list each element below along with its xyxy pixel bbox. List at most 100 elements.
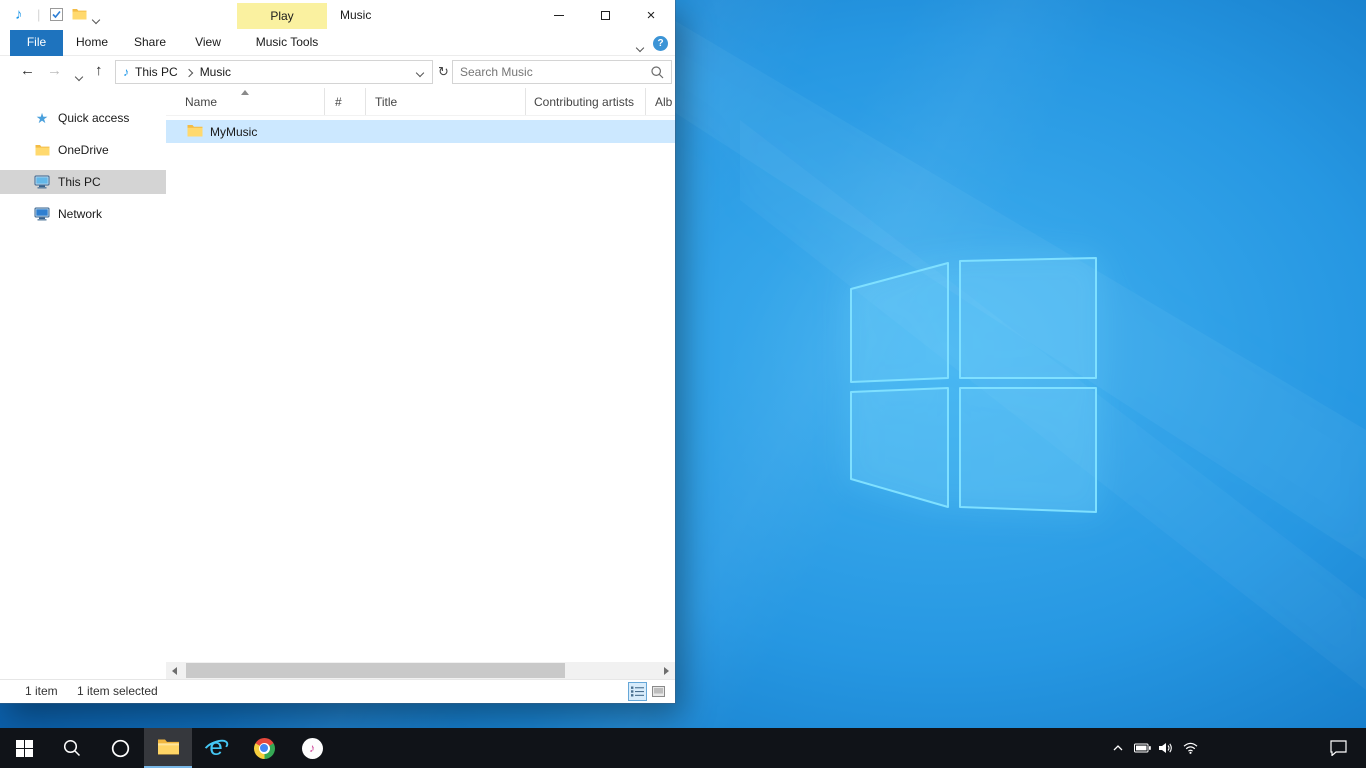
- column-header-album[interactable]: Alb: [646, 88, 675, 115]
- chrome-icon: [254, 738, 275, 759]
- column-header-contributing-artists[interactable]: Contributing artists: [526, 88, 646, 115]
- qat-dropdown-icon[interactable]: [93, 12, 99, 26]
- details-view-icon: [631, 686, 644, 697]
- tab-file[interactable]: File: [10, 30, 63, 56]
- maximize-button[interactable]: [582, 0, 628, 30]
- address-music-icon: ♪: [123, 65, 129, 79]
- chevron-up-icon: [1112, 744, 1124, 752]
- sidebar-item-label: Quick access: [58, 111, 129, 125]
- help-icon[interactable]: ?: [653, 36, 668, 51]
- horizontal-scrollbar[interactable]: [166, 662, 675, 679]
- address-dropdown-icon[interactable]: [417, 65, 432, 79]
- scroll-left-button[interactable]: [166, 662, 183, 679]
- details-view-button[interactable]: [628, 682, 647, 701]
- search-icon[interactable]: [651, 66, 664, 79]
- back-button[interactable]: ←: [20, 62, 35, 79]
- large-icons-view-icon: [652, 686, 665, 697]
- sidebar-item-label: This PC: [58, 175, 101, 189]
- properties-icon[interactable]: [50, 8, 63, 24]
- column-headers: Name # Title Contributing artists Alb: [166, 88, 675, 116]
- tab-home[interactable]: Home: [63, 30, 121, 56]
- tab-share[interactable]: Share: [121, 30, 179, 56]
- volume-tray-button[interactable]: [1154, 728, 1178, 768]
- sidebar-item-label: Network: [58, 207, 102, 221]
- contextual-tab-group[interactable]: Play: [237, 3, 327, 29]
- column-label: #: [335, 95, 342, 109]
- ribbon-tab-row: File Home Share View Music Tools ?: [0, 30, 675, 56]
- sidebar-item-network[interactable]: Network: [0, 202, 166, 226]
- status-bar: 1 item 1 item selected: [0, 679, 675, 703]
- show-hidden-icons-button[interactable]: [1106, 728, 1130, 768]
- large-icons-view-button[interactable]: [649, 682, 668, 701]
- title-bar: ♪ | Play Music ×: [0, 0, 675, 30]
- new-folder-icon[interactable]: [72, 8, 87, 23]
- itunes-icon: ♪: [302, 738, 323, 759]
- file-name: MyMusic: [210, 125, 257, 139]
- maximize-icon: [601, 11, 610, 20]
- quick-access-star-icon: ★: [34, 110, 50, 126]
- windows-start-icon: [16, 740, 33, 757]
- file-list: Name # Title Contributing artists Alb My…: [166, 88, 675, 662]
- cortana-icon: [111, 739, 130, 758]
- music-app-icon: ♪: [15, 6, 23, 24]
- tab-view[interactable]: View: [179, 30, 237, 56]
- search-input[interactable]: [453, 62, 651, 82]
- breadcrumb-music[interactable]: Music: [200, 65, 231, 79]
- navigation-pane: ★ Quick access OneDrive This PC Network: [0, 88, 166, 662]
- sidebar-item-this-pc[interactable]: This PC: [0, 170, 166, 194]
- scroll-right-button[interactable]: [658, 662, 675, 679]
- window-controls: ×: [536, 0, 674, 30]
- speaker-icon: [1159, 742, 1174, 754]
- up-button[interactable]: ↑: [95, 62, 103, 79]
- expand-ribbon-icon[interactable]: [637, 40, 643, 54]
- column-label: Contributing artists: [534, 95, 634, 109]
- cortana-button[interactable]: [96, 728, 144, 768]
- computer-icon: [34, 174, 50, 190]
- recent-locations-icon[interactable]: [76, 69, 82, 83]
- column-label: Alb: [655, 95, 672, 109]
- start-button[interactable]: [0, 728, 48, 768]
- refresh-button[interactable]: ↻: [436, 60, 451, 84]
- forward-button[interactable]: →: [47, 62, 62, 79]
- items-count: 1 item: [25, 680, 58, 703]
- scrollbar-thumb[interactable]: [186, 663, 565, 678]
- battery-icon: [1134, 743, 1151, 753]
- wifi-icon: [1183, 742, 1198, 754]
- sidebar-item-label: OneDrive: [58, 143, 109, 157]
- close-button[interactable]: ×: [628, 0, 674, 30]
- column-header-name[interactable]: Name: [166, 88, 325, 115]
- address-bar[interactable]: ♪ This PC Music: [115, 60, 433, 84]
- taskbar: e ♪: [0, 728, 1366, 768]
- column-header-title[interactable]: Title: [366, 88, 526, 115]
- onedrive-icon: [34, 142, 50, 158]
- column-label: Title: [375, 95, 397, 109]
- column-label: Name: [185, 95, 217, 109]
- file-explorer-window: ♪ | Play Music × File Home Share View Mu…: [0, 0, 675, 703]
- action-center-button[interactable]: [1316, 728, 1360, 768]
- minimize-icon: [554, 15, 564, 16]
- file-explorer-taskbar-button[interactable]: [144, 728, 192, 768]
- tab-music-tools[interactable]: Music Tools: [242, 30, 332, 56]
- taskbar-search-button[interactable]: [48, 728, 96, 768]
- sidebar-item-quick-access[interactable]: ★ Quick access: [0, 106, 166, 130]
- network-tray-button[interactable]: [1178, 728, 1202, 768]
- breadcrumb-chevron-icon[interactable]: [186, 65, 192, 79]
- chrome-taskbar-button[interactable]: [240, 728, 288, 768]
- battery-tray-button[interactable]: [1130, 728, 1154, 768]
- search-icon: [63, 739, 81, 757]
- internet-explorer-taskbar-button[interactable]: e: [192, 728, 240, 768]
- close-icon: ×: [647, 8, 656, 23]
- file-row-mymusic[interactable]: MyMusic: [166, 120, 675, 143]
- action-center-icon: [1330, 740, 1347, 756]
- search-box: [452, 60, 672, 84]
- itunes-taskbar-button[interactable]: ♪: [288, 728, 336, 768]
- address-row: ← → ↑ ♪ This PC Music ↻: [0, 56, 675, 88]
- breadcrumb-this-pc[interactable]: This PC: [135, 65, 178, 79]
- internet-explorer-icon: e: [202, 734, 230, 762]
- sidebar-item-onedrive[interactable]: OneDrive: [0, 138, 166, 162]
- minimize-button[interactable]: [536, 0, 582, 30]
- column-header-number[interactable]: #: [325, 88, 366, 115]
- selection-count: 1 item selected: [77, 680, 158, 703]
- scroll-right-icon: [664, 667, 669, 675]
- view-toggle-buttons: [626, 682, 668, 701]
